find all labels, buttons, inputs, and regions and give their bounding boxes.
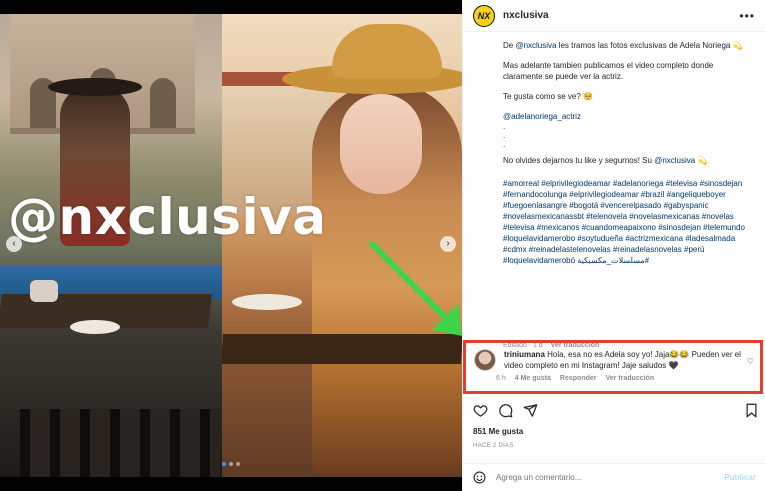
comment-time: 6 h — [496, 375, 506, 382]
comment-username[interactable]: triniumana — [504, 350, 545, 359]
mention-link[interactable]: @nxclusiva — [654, 156, 695, 165]
comment-heart-icon[interactable]: ♡ — [747, 357, 754, 366]
bookmark-icon[interactable] — [744, 403, 759, 418]
reply-button[interactable]: Responder — [560, 375, 597, 382]
hashtags[interactable]: #amorreal #elprivilegiodeamar #adelanori… — [503, 178, 755, 266]
header-username[interactable]: nxclusiva — [503, 10, 549, 21]
hat-left — [48, 78, 142, 96]
publish-button[interactable]: Publicar — [724, 473, 756, 482]
caption-line-1: De @nxclusiva les tramos las fotos exclu… — [503, 41, 743, 50]
avatar[interactable]: NX — [473, 4, 495, 27]
green-arrow-annotation — [369, 241, 462, 336]
hat-crown-right — [332, 24, 442, 78]
mention-link[interactable]: @nxclusiva — [515, 41, 556, 50]
commenter-avatar[interactable] — [474, 349, 496, 371]
comment-translate-link[interactable]: Ver traducción — [605, 375, 654, 382]
post-time: HACE 2 DÍAS — [473, 443, 514, 449]
chair-left — [20, 409, 220, 477]
comment-likes[interactable]: 4 Me gusta — [515, 375, 551, 382]
carousel-dot[interactable] — [222, 462, 226, 466]
caption-dot: . — [503, 131, 506, 140]
heart-icon[interactable] — [473, 403, 488, 418]
caption-dot: . — [503, 122, 506, 131]
post-sidebar: NX nxclusiva ••• De @nxclusiva les tramo… — [462, 0, 765, 491]
likes-count[interactable]: 851 Me gusta — [473, 427, 523, 436]
caption-line-4: No olvides dejarnos tu like y segurnos! … — [503, 156, 708, 165]
post-header: NX nxclusiva ••• — [463, 0, 765, 32]
more-horizontal-icon[interactable]: ••• — [739, 9, 755, 23]
carousel-dot[interactable] — [229, 462, 233, 466]
highlighted-comment: triniumana Hola, esa no es Adela soy yo!… — [463, 340, 763, 394]
carousel-dots — [222, 462, 240, 466]
carousel-dot[interactable] — [236, 462, 240, 466]
emoji-icon[interactable] — [473, 471, 486, 484]
post-image[interactable]: @nxclusiva ‹ › — [0, 0, 462, 491]
mention-link[interactable]: @adelanoriega_actriz — [503, 111, 755, 122]
action-bar — [473, 402, 759, 418]
caption-dot: . — [503, 140, 506, 149]
comment-icon[interactable] — [498, 403, 513, 418]
comment-input[interactable] — [496, 473, 696, 482]
share-icon[interactable] — [523, 403, 538, 418]
carousel-prev-button[interactable]: ‹ — [6, 236, 22, 252]
add-comment-bar: Publicar — [463, 463, 765, 491]
woman-face — [340, 94, 422, 194]
comment-text: triniumana Hola, esa no es Adela soy yo!… — [504, 350, 741, 370]
comment-meta: 6 h 4 Me gusta Responder Ver traducción — [496, 375, 746, 382]
post-caption: De @nxclusiva les tramos las fotos exclu… — [463, 32, 765, 340]
caption-line-3: Te gusta como se ve? 🥺 — [503, 92, 594, 101]
caption-line-2: Mas adelante tambien publicamos el video… — [503, 61, 714, 81]
watermark-text: @nxclusiva — [8, 188, 327, 246]
